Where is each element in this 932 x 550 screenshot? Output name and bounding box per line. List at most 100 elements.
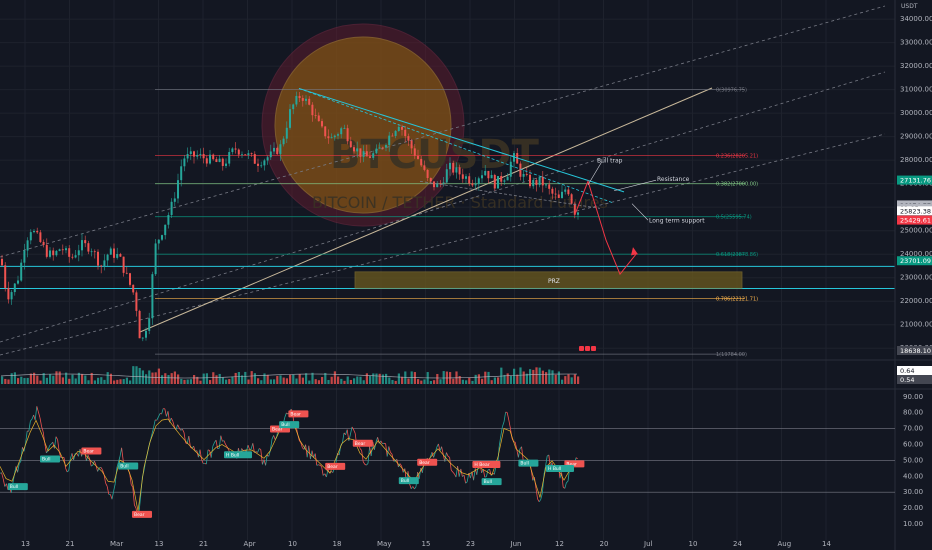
volume-bar (234, 372, 237, 384)
candle-body (545, 184, 547, 186)
candle-body (337, 134, 339, 136)
candle-body (519, 163, 522, 177)
volume-bar (36, 375, 39, 384)
candle-body (148, 318, 151, 331)
volume-bar (244, 371, 247, 384)
candle-body (177, 180, 179, 199)
volume-bar (519, 367, 522, 384)
volume-bar (433, 380, 436, 384)
candle-body (253, 154, 256, 164)
candle-body (90, 251, 93, 253)
candle-body (49, 250, 51, 257)
candle-body (500, 176, 503, 182)
volume-bar (231, 376, 234, 384)
rsi-bull-marker: H Bull (224, 451, 252, 459)
rsi-axis-tick: 60.00 (903, 441, 923, 449)
volume-bar (525, 373, 528, 384)
volume-bar (74, 378, 77, 384)
time-axis-label: Jul (643, 540, 653, 548)
volume-bar (161, 375, 164, 384)
candle-body (157, 239, 160, 244)
price-badge: 25823.38 (897, 206, 932, 216)
volume-bar (381, 374, 384, 384)
volume-bar (221, 377, 224, 384)
volume-bar (170, 373, 173, 384)
candle-body (55, 250, 58, 256)
candle-body (474, 184, 477, 186)
volume-bar (10, 373, 13, 384)
candle-body (439, 183, 442, 185)
fib-level-label: 0.236(28205.21) (716, 153, 758, 159)
volume-bar (337, 376, 340, 384)
volume-bar (282, 377, 285, 384)
rsi-bull-marker-text: Bull (401, 478, 409, 484)
candle-body (186, 154, 189, 159)
volume-bar (39, 380, 42, 384)
volume-bar (490, 380, 493, 384)
volume-bar (125, 377, 128, 384)
volume-bar (522, 371, 525, 384)
candle-body (71, 256, 74, 258)
volume-bar (535, 367, 538, 384)
candle-body (247, 153, 250, 156)
rsi-bear-marker: Bear (81, 447, 102, 455)
volume-bar (567, 374, 570, 384)
candle-body (442, 182, 445, 184)
candle-body (100, 265, 103, 267)
fib-level-label: 0.382(27000.00) (716, 182, 758, 188)
volume-bar (215, 375, 218, 384)
candle-body (257, 163, 259, 166)
volume-bar (468, 377, 471, 384)
rsi-bull-marker-text: Bull (120, 463, 128, 469)
candle-body (532, 180, 535, 187)
volume-bar (157, 368, 160, 384)
fib-level-label: 1(19784.00) (716, 352, 747, 358)
candle-body (493, 174, 496, 189)
candle-body (135, 292, 138, 311)
candle-body (548, 184, 551, 189)
volume-bar (7, 379, 10, 384)
volume-bar (417, 379, 420, 384)
volume-bar (17, 378, 20, 384)
rsi-bear-marker: Bear (288, 410, 309, 418)
candle-body (164, 224, 167, 236)
rsi-axis-tick: 90.00 (903, 393, 923, 401)
volume-bar (330, 376, 333, 384)
candle-body (180, 166, 183, 181)
candle-body (244, 154, 247, 156)
volume-bar (151, 372, 154, 384)
volume-bar (298, 374, 301, 384)
rsi-segment (249, 448, 252, 450)
candle-body (372, 153, 375, 158)
volume-bar (71, 374, 74, 384)
candle-body (381, 147, 384, 149)
volume-bar (100, 377, 103, 384)
volume-bar (93, 380, 96, 384)
candle-body (343, 128, 346, 129)
candle-body (23, 250, 26, 263)
volume-bar (436, 373, 439, 384)
price-badge-text: 18638.10 (900, 347, 931, 355)
volume-bar (356, 376, 359, 384)
candle-body (554, 193, 557, 195)
volume-bar (23, 378, 26, 384)
price-badge: 23701.09 (897, 256, 932, 266)
candle-body (36, 230, 39, 233)
candle-body (429, 177, 432, 182)
volume-bar (154, 372, 157, 384)
btcusdt-chart[interactable]: BTCUSDTBITCOIN / TETHER · Standard Futur… (0, 0, 932, 550)
volume-bar (42, 373, 45, 384)
volume-bar (55, 371, 58, 384)
candle-body (45, 244, 48, 257)
candle-body (477, 178, 480, 185)
candle-body (87, 243, 90, 252)
volume-bar (250, 371, 253, 384)
candle-body (445, 169, 448, 183)
resistance-label: Resistance (657, 176, 690, 183)
candle-body (119, 254, 122, 257)
candle-body (375, 148, 378, 154)
volume-bar (564, 376, 567, 384)
time-axis-label: 13 (155, 540, 164, 548)
candle-body (228, 152, 231, 164)
volume-bar (573, 374, 576, 384)
